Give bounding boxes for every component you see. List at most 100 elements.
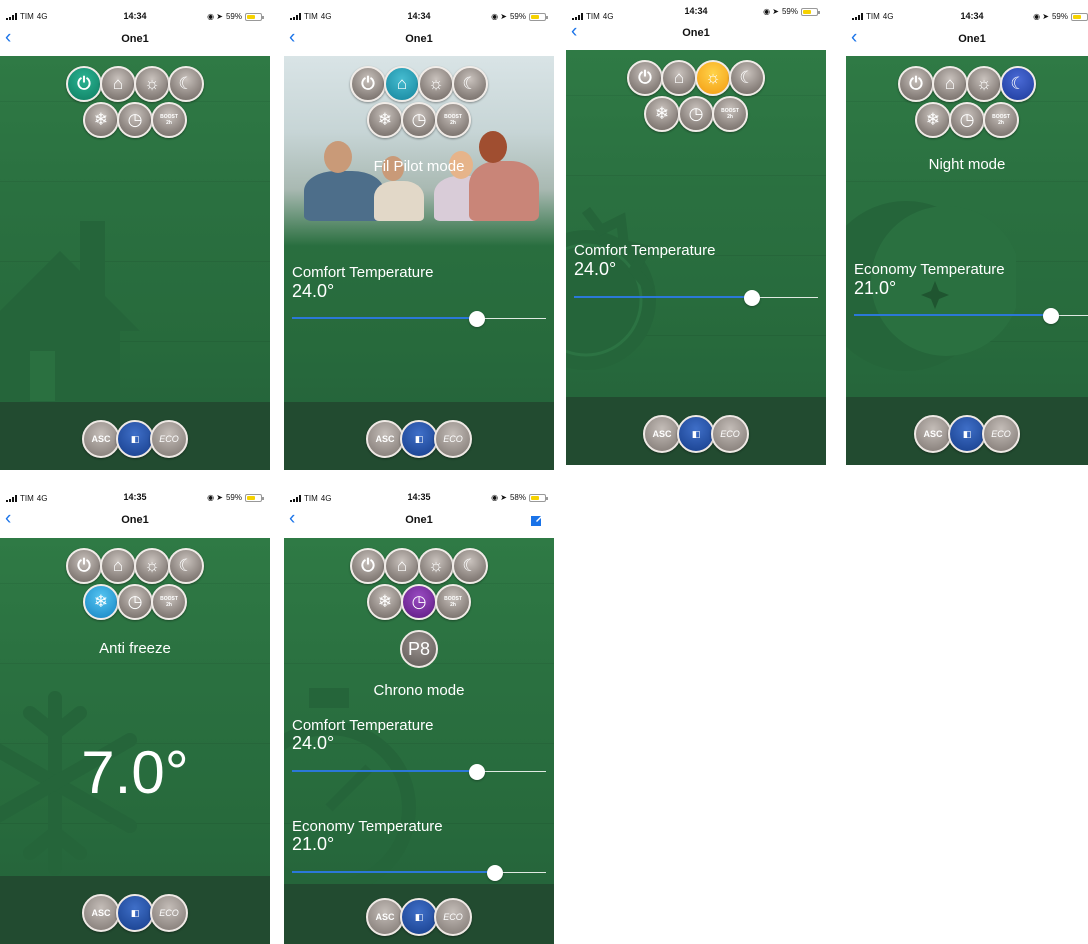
slider-thumb[interactable] bbox=[469, 764, 486, 780]
home-mode-button[interactable]: ⌂ bbox=[384, 66, 420, 102]
chrono-mode-button[interactable]: ◷ bbox=[117, 584, 153, 620]
sun-icon: ☼ bbox=[428, 74, 444, 93]
asc-button[interactable]: ASC bbox=[82, 894, 120, 932]
comfort-mode-button[interactable]: ☼ bbox=[695, 60, 731, 96]
temperature-slider[interactable] bbox=[574, 290, 818, 306]
location-icon: ◉ ➤ bbox=[491, 493, 507, 502]
power-mode-button[interactable]: ⏻ bbox=[66, 548, 102, 584]
asc-icon: ASC bbox=[375, 912, 395, 922]
location-icon: ◉ ➤ bbox=[207, 12, 223, 21]
power-mode-button[interactable]: ⏻ bbox=[66, 66, 102, 102]
comfort-mode-button[interactable]: ☼ bbox=[134, 548, 170, 584]
moon-icon: ☾ bbox=[462, 556, 478, 575]
eco-button[interactable]: ECO bbox=[434, 898, 472, 936]
open-window-icon: ◧ bbox=[691, 428, 701, 439]
power-mode-button[interactable]: ⏻ bbox=[350, 548, 386, 584]
night-mode-button[interactable]: ☾ bbox=[452, 66, 488, 102]
power-mode-button[interactable]: ⏻ bbox=[898, 66, 934, 102]
slider-thumb[interactable] bbox=[469, 311, 486, 327]
asc-button[interactable]: ASC bbox=[366, 420, 404, 458]
nav-bar: ‹ One1 bbox=[284, 28, 554, 52]
eco-button[interactable]: ECO bbox=[982, 415, 1020, 453]
home-icon: ⌂ bbox=[112, 74, 124, 93]
clock-icon: ◷ bbox=[411, 592, 427, 611]
page-title: One1 bbox=[405, 514, 433, 526]
night-mode-button[interactable]: ☾ bbox=[168, 66, 204, 102]
snowflake-icon: ❄ bbox=[93, 110, 109, 129]
phone-screen-chrono: TIM 4G 14:35 ◉ ➤ 58% ‹ One1 ⏻ ⌂ ☼ ☾ ❄ ◷ BO… bbox=[284, 482, 554, 944]
open-window-button[interactable]: ◧ bbox=[400, 898, 438, 936]
battery-percent: 59% bbox=[225, 493, 242, 502]
night-mode-button[interactable]: ☾ bbox=[1000, 66, 1036, 102]
boost-mode-button[interactable]: BOOST 2h bbox=[983, 102, 1019, 138]
asc-button[interactable]: ASC bbox=[643, 415, 681, 453]
antifreeze-mode-button[interactable]: ❄ bbox=[367, 102, 403, 138]
home-icon: ⌂ bbox=[396, 556, 408, 575]
moon-icon: ☾ bbox=[1010, 74, 1026, 93]
chrono-mode-button[interactable]: ◷ bbox=[117, 102, 153, 138]
thermostat-panel: ⏻ ⌂ ☼ ☾ ❄ ◷ BOOST 2h Night mode Economy T… bbox=[846, 56, 1088, 465]
temperature-slider[interactable] bbox=[854, 308, 1088, 324]
chrono-mode-button[interactable]: ◷ bbox=[678, 96, 714, 132]
home-mode-button[interactable]: ⌂ bbox=[100, 548, 136, 584]
home-mode-button[interactable]: ⌂ bbox=[661, 60, 697, 96]
eco-button[interactable]: ECO bbox=[711, 415, 749, 453]
battery-percent: 58% bbox=[509, 493, 526, 502]
boost-icon: BOOST 2h bbox=[160, 114, 178, 126]
antifreeze-mode-button[interactable]: ❄ bbox=[367, 584, 403, 620]
comfort-mode-button[interactable]: ☼ bbox=[418, 66, 454, 102]
boost-icon: BOOST 2h bbox=[721, 108, 739, 120]
comfort-mode-button[interactable]: ☼ bbox=[966, 66, 1002, 102]
slider-thumb[interactable] bbox=[1042, 308, 1059, 324]
boost-mode-button[interactable]: BOOST 2h bbox=[435, 584, 471, 620]
antifreeze-mode-button[interactable]: ❄ bbox=[915, 102, 951, 138]
antifreeze-mode-button[interactable]: ❄ bbox=[83, 102, 119, 138]
power-icon: ⏻ bbox=[77, 74, 91, 93]
economy-temperature-slider[interactable] bbox=[292, 865, 546, 881]
slider-thumb[interactable] bbox=[487, 865, 504, 881]
edit-icon[interactable] bbox=[530, 513, 544, 527]
location-icon: ◉ ➤ bbox=[207, 493, 223, 502]
boost-mode-button[interactable]: BOOST 2h bbox=[151, 584, 187, 620]
night-mode-button[interactable]: ☾ bbox=[168, 548, 204, 584]
antifreeze-mode-button[interactable]: ❄ bbox=[644, 96, 680, 132]
asc-button[interactable]: ASC bbox=[914, 415, 952, 453]
eco-button[interactable]: ECO bbox=[150, 894, 188, 932]
home-icon: ⌂ bbox=[396, 74, 408, 93]
power-mode-button[interactable]: ⏻ bbox=[350, 66, 386, 102]
status-bar: TIM 4G 14:34 ◉ ➤ 59% bbox=[846, 0, 1088, 30]
night-mode-button[interactable]: ☾ bbox=[452, 548, 488, 584]
temperature-slider[interactable] bbox=[292, 311, 546, 327]
home-mode-button[interactable]: ⌂ bbox=[384, 548, 420, 584]
boost-mode-button[interactable]: BOOST 2h bbox=[435, 102, 471, 138]
open-window-button[interactable]: ◧ bbox=[948, 415, 986, 453]
boost-mode-button[interactable]: BOOST 2h bbox=[151, 102, 187, 138]
asc-button[interactable]: ASC bbox=[366, 898, 404, 936]
power-mode-button[interactable]: ⏻ bbox=[627, 60, 663, 96]
night-mode-button[interactable]: ☾ bbox=[729, 60, 765, 96]
chrono-mode-button[interactable]: ◷ bbox=[401, 102, 437, 138]
snowflake-icon: ❄ bbox=[93, 592, 109, 611]
footer-bar: ASC ◧ ECO bbox=[846, 397, 1088, 465]
program-button[interactable]: P8 bbox=[400, 630, 438, 668]
open-window-button[interactable]: ◧ bbox=[116, 420, 154, 458]
comfort-mode-button[interactable]: ☼ bbox=[134, 66, 170, 102]
home-mode-button[interactable]: ⌂ bbox=[932, 66, 968, 102]
comfort-temperature-slider[interactable] bbox=[292, 764, 546, 780]
asc-button[interactable]: ASC bbox=[82, 420, 120, 458]
eco-button[interactable]: ECO bbox=[434, 420, 472, 458]
eco-button[interactable]: ECO bbox=[150, 420, 188, 458]
antifreeze-mode-button[interactable]: ❄ bbox=[83, 584, 119, 620]
chrono-mode-button[interactable]: ◷ bbox=[401, 584, 437, 620]
home-mode-button[interactable]: ⌂ bbox=[100, 66, 136, 102]
boost-mode-button[interactable]: BOOST 2h bbox=[712, 96, 748, 132]
power-icon: ⏻ bbox=[909, 74, 923, 93]
slider-thumb[interactable] bbox=[744, 290, 761, 306]
chrono-mode-button[interactable]: ◷ bbox=[949, 102, 985, 138]
open-window-button[interactable]: ◧ bbox=[116, 894, 154, 932]
open-window-button[interactable]: ◧ bbox=[400, 420, 438, 458]
battery-icon bbox=[801, 7, 820, 16]
comfort-mode-button[interactable]: ☼ bbox=[418, 548, 454, 584]
battery-icon bbox=[245, 493, 264, 502]
open-window-button[interactable]: ◧ bbox=[677, 415, 715, 453]
